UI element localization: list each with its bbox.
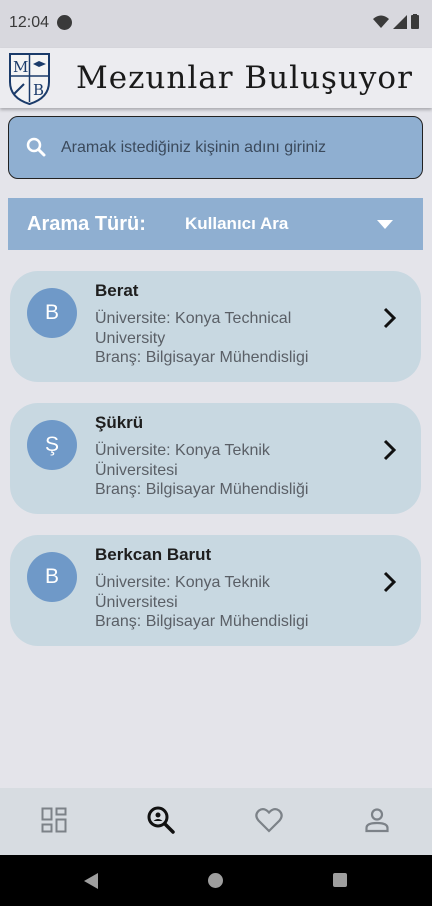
status-icons bbox=[373, 14, 419, 29]
result-card[interactable]: Ş Şükrü Üniversite: Konya Teknik Ünivers… bbox=[10, 403, 421, 514]
avatar: Ş bbox=[27, 420, 77, 470]
app-title: Mezunlar Buluşuyor bbox=[76, 60, 413, 96]
nav-profile[interactable] bbox=[357, 800, 397, 840]
result-name: Berat bbox=[95, 281, 139, 300]
logo-letter-b: B bbox=[33, 81, 44, 99]
system-nav-bar bbox=[0, 855, 432, 906]
avatar: B bbox=[27, 552, 77, 602]
search-type-label: Arama Türü: bbox=[27, 213, 146, 235]
signal-icon bbox=[393, 14, 407, 29]
nav-dashboard[interactable] bbox=[34, 800, 74, 840]
dashboard-icon bbox=[41, 807, 67, 833]
profile-icon bbox=[365, 808, 389, 833]
battery-icon bbox=[411, 14, 419, 29]
search-input[interactable]: Aramak istediğiniz kişinin adını giriniz bbox=[8, 116, 423, 179]
result-university: Üniversite: Konya Teknik Üniversitesi bbox=[95, 442, 270, 479]
logo-letter-m: M bbox=[13, 58, 28, 76]
result-branch: Branş: Bilgisayar Mühendisliği bbox=[95, 481, 309, 498]
dropdown-arrow-icon[interactable] bbox=[377, 220, 393, 229]
bottom-nav bbox=[0, 788, 432, 855]
result-university: Üniversite: Konya Technical University bbox=[95, 310, 292, 347]
result-name: Şükrü bbox=[95, 413, 144, 432]
result-name: Berkcan Barut bbox=[95, 545, 212, 564]
result-branch: Branş: Bilgisayar Mühendisligi bbox=[95, 349, 309, 366]
result-branch: Branş: Bilgisayar Mühendisligi bbox=[95, 613, 309, 630]
status-bar: 12:04 bbox=[0, 0, 432, 48]
chevron-right-icon[interactable] bbox=[382, 306, 398, 330]
chevron-right-icon[interactable] bbox=[382, 570, 398, 594]
search-type-dropdown[interactable]: Kullanıcı Ara bbox=[185, 214, 288, 234]
nav-favorites[interactable] bbox=[249, 800, 289, 840]
search-person-icon bbox=[147, 806, 175, 834]
app-bar: M B Mezunlar Buluşuyor bbox=[0, 48, 432, 108]
search-icon bbox=[26, 137, 46, 157]
back-icon[interactable] bbox=[84, 873, 98, 889]
chevron-right-icon[interactable] bbox=[382, 438, 398, 462]
recent-apps-icon[interactable] bbox=[333, 873, 347, 887]
search-type-bar[interactable]: Arama Türü: Kullanıcı Ara bbox=[8, 198, 423, 250]
home-icon[interactable] bbox=[208, 873, 223, 888]
search-placeholder: Aramak istediğiniz kişinin adını giriniz bbox=[61, 139, 326, 156]
result-card[interactable]: B Berat Üniversite: Konya Technical Univ… bbox=[10, 271, 421, 382]
status-time: 12:04 bbox=[9, 14, 50, 31]
notification-icon bbox=[57, 15, 72, 30]
result-university: Üniversite: Konya Teknik Üniversitesi bbox=[95, 574, 270, 611]
nav-search[interactable] bbox=[141, 800, 181, 840]
avatar: B bbox=[27, 288, 77, 338]
wifi-icon bbox=[373, 15, 389, 28]
logo-icon: M B bbox=[9, 53, 50, 106]
result-card[interactable]: B Berkcan Barut Üniversite: Konya Teknik… bbox=[10, 535, 421, 646]
heart-icon bbox=[255, 808, 283, 833]
